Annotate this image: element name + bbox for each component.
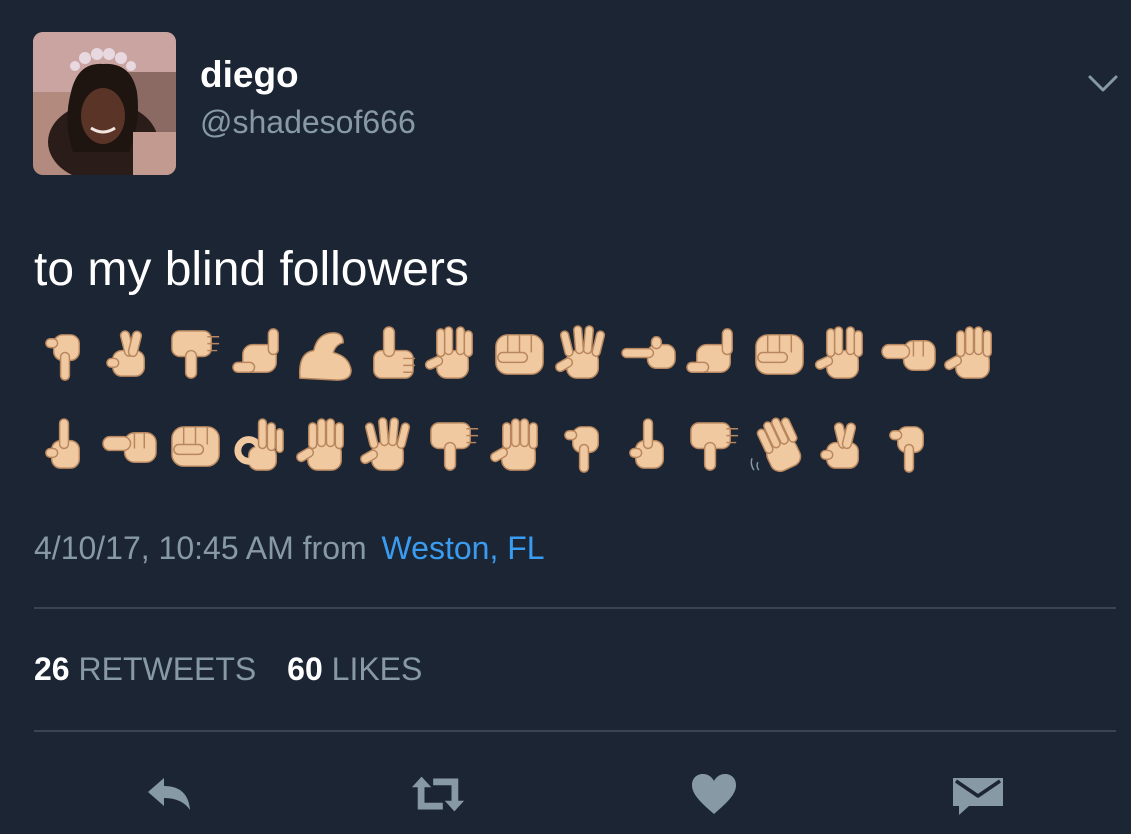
point-left-icon <box>618 323 681 386</box>
direct-message-icon <box>953 778 1003 815</box>
avatar[interactable] <box>33 32 176 175</box>
emoji-row <box>34 414 942 478</box>
like-icon <box>692 774 736 814</box>
likes-stat[interactable]: 60 LIKES <box>287 651 422 687</box>
call-me-hand-icon <box>229 323 292 386</box>
call-me-hand-icon <box>683 323 746 386</box>
location-link[interactable]: Weston, FL <box>382 530 545 566</box>
divider <box>34 730 1116 732</box>
ok-hand-icon <box>229 415 292 478</box>
splayed-hand-icon <box>358 415 421 478</box>
retweets-label: RETWEETS <box>78 651 257 687</box>
point-down-icon <box>878 415 941 478</box>
fist-bump-icon <box>164 415 227 478</box>
emoji-row <box>34 322 1007 386</box>
tweet-text: to my blind followers <box>34 243 469 296</box>
avatar-image <box>33 32 176 175</box>
thumbs-down-icon <box>164 323 227 386</box>
vulcan-salute-icon <box>813 323 876 386</box>
crossed-fingers-icon <box>813 415 876 478</box>
fist-bump-icon <box>748 323 811 386</box>
reply-button[interactable] <box>142 770 198 818</box>
like-button[interactable] <box>686 770 742 818</box>
tweet-card: diego @shadesof666 to my blind followers… <box>0 0 1131 834</box>
chevron-down-icon[interactable] <box>1085 66 1121 102</box>
crossed-fingers-icon <box>99 323 162 386</box>
splayed-hand-icon <box>553 323 616 386</box>
retweet-icon <box>411 776 465 812</box>
fist-right-icon <box>878 323 941 386</box>
raised-hand-icon <box>488 415 551 478</box>
thumbs-up-icon <box>358 323 421 386</box>
waving-hand-icon <box>748 415 811 478</box>
point-up-icon <box>34 415 97 478</box>
tweet-meta: 4/10/17, 10:45 AM from Weston, FL <box>34 532 545 564</box>
vulcan-salute-icon <box>423 323 486 386</box>
display-name[interactable]: diego <box>200 56 299 93</box>
direct-message-button[interactable] <box>950 770 1006 818</box>
raised-hand-icon <box>942 323 1005 386</box>
thumbs-down-icon <box>683 415 746 478</box>
point-up-icon <box>618 415 681 478</box>
point-down-icon <box>34 323 97 386</box>
fist-bump-icon <box>488 323 551 386</box>
fist-right-icon <box>99 415 162 478</box>
username[interactable]: @shadesof666 <box>200 106 416 138</box>
divider <box>34 607 1116 609</box>
tweet-stats: 26 RETWEETS 60 LIKES <box>34 653 422 685</box>
retweets-stat[interactable]: 26 RETWEETS <box>34 651 265 687</box>
retweets-count: 26 <box>34 651 70 687</box>
thumbs-down-icon <box>423 415 486 478</box>
flexed-biceps-icon <box>294 323 357 386</box>
likes-label: LIKES <box>331 651 423 687</box>
raised-hand-icon <box>294 415 357 478</box>
timestamp[interactable]: 4/10/17, 10:45 AM <box>34 530 294 566</box>
point-down-icon <box>553 415 616 478</box>
from-label: from <box>302 530 367 566</box>
retweet-button[interactable] <box>410 770 466 818</box>
likes-count: 60 <box>287 651 323 687</box>
reply-icon <box>148 778 190 810</box>
